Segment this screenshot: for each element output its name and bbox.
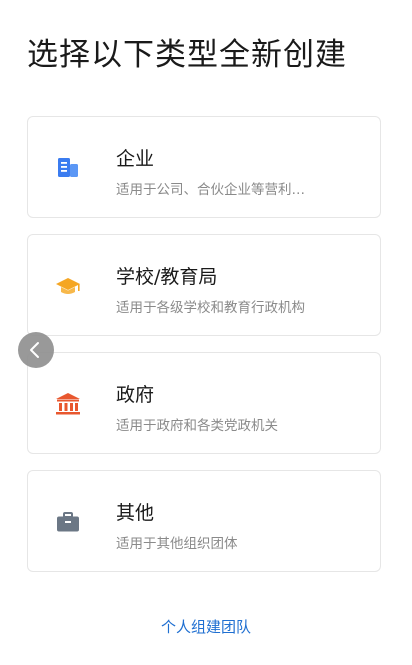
option-name: 其他 <box>116 502 155 524</box>
option-card-school[interactable]: 学校/教育局 适用于各级学校和教育行政机构 <box>27 234 381 336</box>
option-card-government[interactable]: 政府 适用于政府和各类党政机关 <box>27 352 381 454</box>
option-description: 适用于各级学校和教育行政机构 <box>116 300 305 316</box>
option-name: 政府 <box>116 384 155 406</box>
option-name: 学校/教育局 <box>116 266 218 288</box>
option-description: 适用于公司、合伙企业等营利… <box>116 182 305 198</box>
back-button[interactable] <box>18 332 54 368</box>
option-card-other[interactable]: 其他 适用于其他组织团体 <box>27 470 381 572</box>
graduation-cap-icon <box>55 273 81 299</box>
option-card-enterprise[interactable]: 企业 适用于公司、合伙企业等营利… <box>27 116 381 218</box>
option-description: 适用于政府和各类党政机关 <box>116 418 278 434</box>
option-name: 企业 <box>116 148 155 170</box>
chevron-left-icon <box>30 342 39 358</box>
create-type-page: 选择以下类型全新创建 企业 适用于公司、合伙企业等营利… 学校/教育局 适用于各… <box>0 0 412 665</box>
personal-team-link[interactable]: 个人组建团队 <box>0 616 412 638</box>
page-title: 选择以下类型全新创建 <box>27 37 347 73</box>
building-icon <box>55 155 81 181</box>
option-description: 适用于其他组织团体 <box>116 536 238 552</box>
government-building-icon <box>55 391 81 417</box>
briefcase-icon <box>55 509 81 535</box>
